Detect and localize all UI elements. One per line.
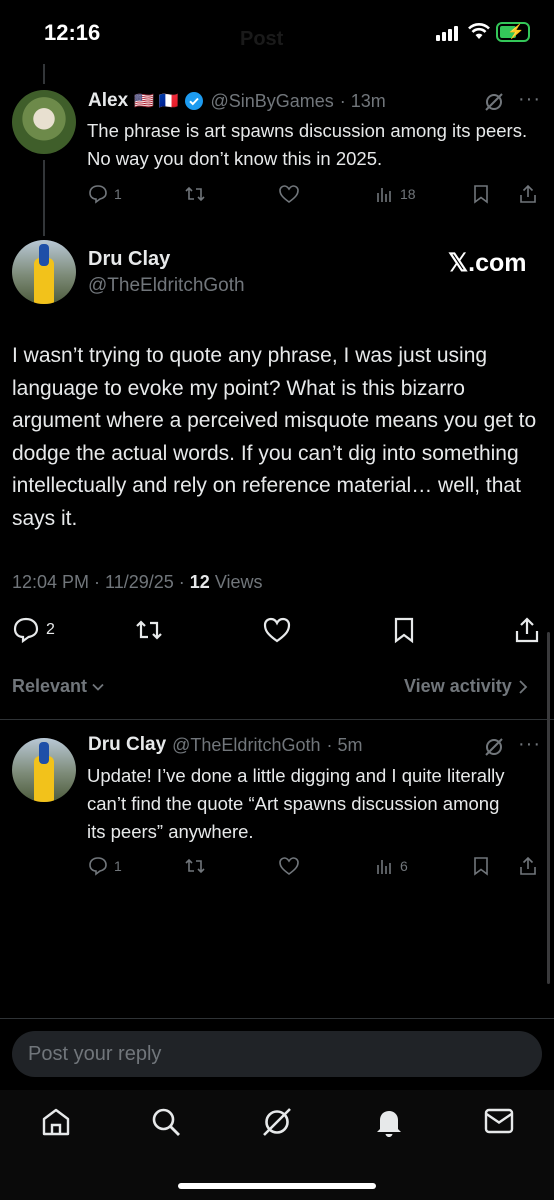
x-watermark: 𝕏.com [448, 249, 527, 277]
verified-badge-icon [185, 92, 204, 110]
views-label: Views [209, 572, 263, 592]
like-button[interactable] [278, 856, 300, 876]
home-indicator[interactable] [178, 1183, 376, 1189]
avatar[interactable] [12, 240, 76, 304]
cellular-signal-icon [436, 26, 458, 41]
post-actions: 1 18 [88, 184, 542, 208]
heart-icon[interactable] [262, 616, 292, 644]
share-icon[interactable] [514, 616, 540, 644]
view-count: 6 [400, 858, 408, 874]
reply-button[interactable]: 1 [88, 184, 122, 204]
sort-label: Relevant [12, 676, 88, 696]
reply-button[interactable]: 1 [88, 856, 122, 876]
status-time: 12:16 [44, 20, 101, 45]
post-text: I wasn’t trying to quote any phrase, I w… [12, 344, 537, 530]
grok-icon[interactable] [484, 737, 504, 757]
repost-button[interactable] [184, 856, 206, 876]
thread-line [43, 64, 45, 84]
chevron-right-icon [519, 679, 528, 694]
reply-icon [13, 617, 39, 644]
share-icon[interactable] [518, 856, 538, 876]
author-name[interactable]: Alex [88, 90, 128, 112]
reply-count: 2 [46, 621, 55, 638]
post-actions: 1 6 [88, 856, 542, 880]
search-icon[interactable] [150, 1106, 182, 1138]
avatar[interactable] [12, 90, 76, 154]
repost-button[interactable] [184, 184, 206, 204]
home-icon[interactable] [40, 1107, 72, 1137]
flag-emojis: 🇺🇸 🇫🇷 [134, 93, 179, 110]
reply-icon [89, 857, 107, 876]
grok-icon[interactable] [484, 92, 504, 112]
reply-icon [89, 185, 107, 204]
reply-button[interactable]: 2 [12, 616, 55, 644]
views-chart-icon [377, 860, 391, 874]
post-text: The phrase is art spawns discussion amon… [87, 120, 528, 169]
repost-icon[interactable] [134, 616, 164, 644]
divider [0, 719, 554, 720]
grok-tab-icon[interactable] [261, 1106, 293, 1138]
view-activity-link[interactable]: View activity [404, 676, 528, 697]
bookmark-icon[interactable] [472, 856, 490, 876]
post-text: Update! I’ve done a little digging and I… [87, 765, 505, 842]
status-bar: 12:16 Post ⚡ [0, 0, 554, 66]
timestamp-text: 12:04 PM · 11/29/25 · [12, 572, 190, 592]
reply-placeholder: Post your reply [28, 1043, 162, 1065]
view-count: 18 [400, 186, 416, 202]
author-name[interactable]: Dru Clay [88, 248, 170, 271]
reply-count: 1 [114, 858, 122, 874]
view-activity-label: View activity [404, 676, 512, 696]
more-options-icon[interactable]: ··· [518, 733, 541, 756]
author-name[interactable]: Dru Clay [88, 734, 166, 756]
avatar[interactable] [12, 738, 76, 802]
heart-icon [279, 185, 299, 203]
post-timestamp: 12:04 PM · 11/29/25 · 12 Views [12, 572, 263, 593]
views-button[interactable]: 6 [376, 856, 408, 876]
post-age: · 13m [339, 90, 386, 111]
scrollbar[interactable] [547, 632, 550, 984]
repost-icon [185, 858, 205, 874]
author-handle[interactable]: @TheEldritchGoth [88, 275, 245, 297]
divider [0, 1018, 554, 1019]
notifications-bell-icon[interactable] [373, 1106, 405, 1138]
thread-line [43, 160, 45, 236]
bookmark-icon[interactable] [472, 184, 490, 204]
heart-icon [279, 857, 299, 875]
messages-envelope-icon[interactable] [484, 1108, 514, 1134]
share-icon[interactable] [518, 184, 538, 204]
post-header: Dru Clay @TheEldritchGoth · 5m [88, 734, 362, 756]
battery-icon: ⚡ [496, 22, 530, 42]
post-header: Alex 🇺🇸 🇫🇷 @SinByGames · 13m [88, 90, 386, 112]
like-button[interactable] [278, 184, 300, 204]
wifi-icon [468, 23, 490, 39]
views-chart-icon [377, 188, 391, 202]
main-post-actions: 2 [12, 616, 542, 646]
header-title-ghost: Post [240, 28, 284, 50]
bookmark-icon[interactable] [392, 616, 416, 644]
chevron-down-icon [92, 683, 104, 691]
reply-count: 1 [114, 186, 122, 202]
author-handle[interactable]: @TheEldritchGoth [172, 735, 320, 756]
sort-relevant-button[interactable]: Relevant [12, 676, 105, 697]
views-button[interactable]: 18 [376, 184, 416, 204]
views-count: 12 [189, 572, 210, 592]
author-handle[interactable]: @SinByGames [210, 91, 333, 112]
repost-icon [185, 186, 205, 202]
more-options-icon[interactable]: ··· [518, 88, 541, 111]
post-age: · 5m [326, 734, 363, 755]
